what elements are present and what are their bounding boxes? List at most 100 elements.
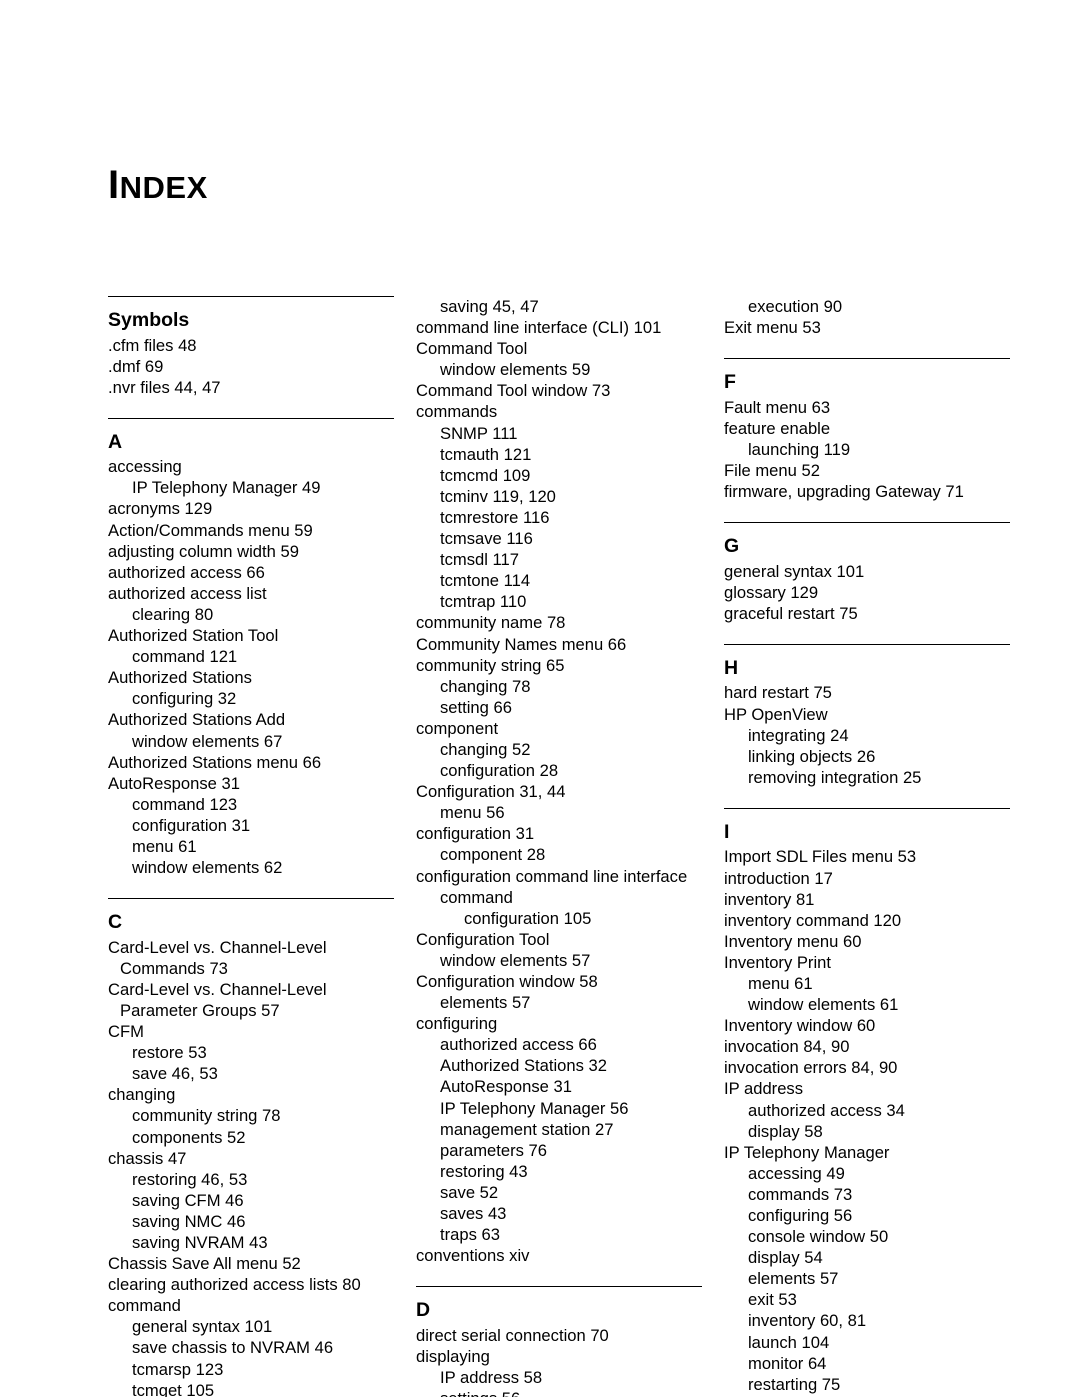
index-entry[interactable]: introduction 17 [724,868,1010,889]
index-entry[interactable]: saving 45, 47 [416,296,702,317]
index-entry[interactable]: Fault menu 63 [724,397,1010,418]
index-entry[interactable]: tcmtone 114 [416,570,702,591]
index-entry[interactable]: window elements 62 [108,857,394,878]
index-entry[interactable]: tcmarsp 123 [108,1359,394,1380]
index-entry[interactable]: configuration 28 [416,760,702,781]
index-entry[interactable]: tcmrestore 116 [416,507,702,528]
index-entry[interactable]: acronyms 129 [108,498,394,519]
index-entry[interactable]: window elements 61 [724,994,1010,1015]
index-entry[interactable]: community name 78 [416,612,702,633]
index-entry[interactable]: display 54 [724,1247,1010,1268]
index-entry[interactable]: display 58 [724,1121,1010,1142]
index-entry[interactable]: saving CFM 46 [108,1190,394,1211]
index-entry[interactable]: IP Telephony Manager [724,1142,1010,1163]
index-entry[interactable]: linking objects 26 [724,746,1010,767]
index-entry[interactable]: AutoResponse 31 [416,1076,702,1097]
index-entry[interactable]: inventory 81 [724,889,1010,910]
index-entry[interactable]: Command Tool [416,338,702,359]
index-entry[interactable]: command line interface (CLI) 101 [416,317,702,338]
index-entry[interactable]: changing 78 [416,676,702,697]
index-entry[interactable]: glossary 129 [724,582,1010,603]
index-entry[interactable]: direct serial connection 70 [416,1325,702,1346]
index-entry[interactable]: window elements 59 [416,359,702,380]
index-entry[interactable]: changing 52 [416,739,702,760]
index-entry[interactable]: chassis 47 [108,1148,394,1169]
index-entry[interactable]: tcmauth 121 [416,444,702,465]
index-entry[interactable]: menu 61 [108,836,394,857]
index-entry[interactable]: .nvr files 44, 47 [108,377,394,398]
index-entry[interactable]: command [108,1295,394,1316]
index-entry[interactable]: saves 43 [416,1203,702,1224]
index-entry[interactable]: command 123 [108,794,394,815]
index-entry[interactable]: removing integration 25 [724,767,1010,788]
index-entry[interactable]: window elements 57 [416,950,702,971]
index-entry[interactable]: CFM [108,1021,394,1042]
index-entry[interactable]: configuring [416,1013,702,1034]
index-entry[interactable]: adjusting column width 59 [108,541,394,562]
index-entry[interactable]: Command Tool window 73 [416,380,702,401]
index-entry[interactable]: tcminv 119, 120 [416,486,702,507]
index-entry[interactable]: elements 57 [416,992,702,1013]
index-entry[interactable]: community string 65 [416,655,702,676]
index-entry[interactable]: Configuration Tool [416,929,702,950]
index-entry[interactable]: accessing 49 [724,1163,1010,1184]
index-entry[interactable]: Import SDL Files menu 53 [724,846,1010,867]
index-entry[interactable]: general syntax 101 [724,561,1010,582]
index-entry[interactable]: configuration 105 [416,908,702,929]
index-entry[interactable]: HP OpenView [724,704,1010,725]
index-entry[interactable]: saving NMC 46 [108,1211,394,1232]
index-entry[interactable]: restarting 75 [724,1374,1010,1395]
index-entry[interactable]: configuring 56 [724,1205,1010,1226]
index-entry[interactable]: Chassis Save All menu 52 [108,1253,394,1274]
index-entry[interactable]: feature enable [724,418,1010,439]
index-entry[interactable]: traps 63 [416,1224,702,1245]
index-entry[interactable]: save 46, 53 [108,1063,394,1084]
index-entry[interactable]: inventory command 120 [724,910,1010,931]
index-entry[interactable]: Card-Level vs. Channel-Level Commands 73 [108,937,394,979]
index-entry[interactable]: changing [108,1084,394,1105]
index-entry[interactable]: elements 57 [724,1268,1010,1289]
index-entry[interactable]: clearing authorized access lists 80 [108,1274,394,1295]
index-entry[interactable]: launching 119 [724,439,1010,460]
index-entry[interactable]: Authorized Stations menu 66 [108,752,394,773]
index-entry[interactable]: IP Telephony Manager 49 [108,477,394,498]
index-entry[interactable]: save chassis to NVRAM 46 [108,1337,394,1358]
index-entry[interactable]: Authorized Stations 32 [416,1055,702,1076]
index-entry[interactable]: invocation errors 84, 90 [724,1057,1010,1078]
index-entry[interactable]: Authorized Station Tool [108,625,394,646]
index-entry[interactable]: SNMP 111 [416,423,702,444]
index-entry[interactable]: commands [416,401,702,422]
index-entry[interactable]: Exit menu 53 [724,317,1010,338]
index-entry[interactable]: commands 73 [724,1184,1010,1205]
index-entry[interactable]: accessing [108,456,394,477]
index-entry[interactable]: restoring 43 [416,1161,702,1182]
index-entry[interactable]: IP address 58 [416,1367,702,1388]
index-entry[interactable]: Community Names menu 66 [416,634,702,655]
index-entry[interactable]: IP Telephony Manager 56 [416,1098,702,1119]
index-entry[interactable]: parameters 76 [416,1140,702,1161]
index-entry[interactable]: authorized access 66 [108,562,394,583]
index-entry[interactable]: community string 78 [108,1105,394,1126]
index-entry[interactable]: tcmsdl 117 [416,549,702,570]
index-entry[interactable]: Authorized Stations [108,667,394,688]
index-entry[interactable]: window elements 67 [108,731,394,752]
index-entry[interactable]: configuration command line interface [416,866,702,887]
index-entry[interactable]: invocation 84, 90 [724,1036,1010,1057]
index-entry[interactable]: command [416,887,702,908]
index-entry[interactable]: Authorized Stations Add [108,709,394,730]
index-entry[interactable]: component 28 [416,844,702,865]
index-entry[interactable]: .dmf 69 [108,356,394,377]
index-entry[interactable]: authorized access list [108,583,394,604]
index-entry[interactable]: execution 90 [724,296,1010,317]
index-entry[interactable]: IP address [724,1078,1010,1099]
index-entry[interactable]: firmware, upgrading Gateway 71 [724,481,1010,502]
index-entry[interactable]: Inventory Print [724,952,1010,973]
index-entry[interactable]: restore 53 [108,1042,394,1063]
index-entry[interactable]: component [416,718,702,739]
index-entry[interactable]: tcmsave 116 [416,528,702,549]
index-entry[interactable]: Card-Level vs. Channel-Level Parameter G… [108,979,394,1021]
index-entry[interactable]: authorized access 34 [724,1100,1010,1121]
index-entry[interactable]: menu 56 [416,802,702,823]
index-entry[interactable]: management station 27 [416,1119,702,1140]
index-entry[interactable]: .cfm files 48 [108,335,394,356]
